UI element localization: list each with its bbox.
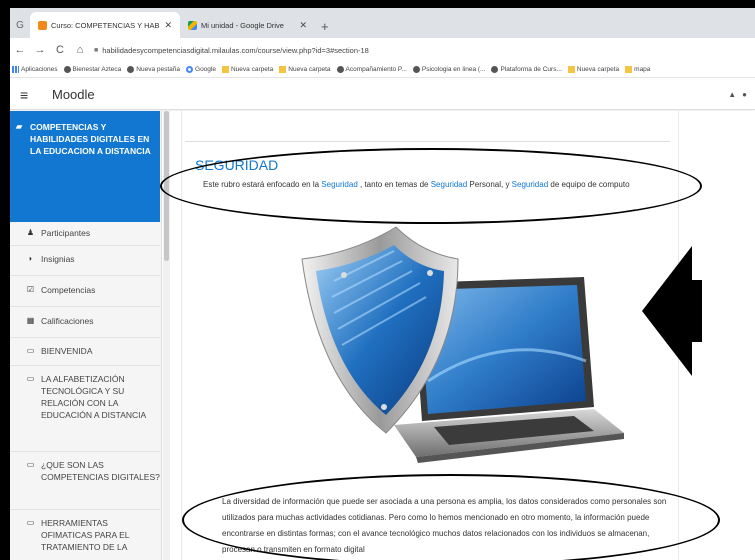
screenshot-frame: G Curso: COMPETENCIAS Y HABILI ✕ Mi unid… xyxy=(10,8,755,560)
bookmark-bienestar-azteca[interactable]: Bienestar Azteca xyxy=(63,66,121,73)
annotation-ellipse-body xyxy=(182,474,720,560)
nav-calificaciones[interactable]: ▦ Calificaciones xyxy=(10,315,160,327)
back-icon[interactable]: ← xyxy=(14,44,26,56)
nav-competencias[interactable]: ☑ Competencias xyxy=(10,284,160,296)
close-tab-icon[interactable]: ✕ xyxy=(164,20,172,31)
url-field[interactable]: ■ habilidadesycompetenciasdigital.milaul… xyxy=(94,46,369,55)
checkbox-icon: ☑ xyxy=(26,285,35,294)
bell-icon[interactable]: ▲ xyxy=(728,90,736,99)
bookmarks-bar: Aplicaciones Bienestar Azteca Nueva pest… xyxy=(10,62,755,78)
close-tab-icon[interactable]: ✕ xyxy=(299,20,307,31)
bookmark-psicologia[interactable]: Psicologia en linea (... xyxy=(412,66,485,73)
bookmark-plataforma[interactable]: Plataforma de Curs... xyxy=(491,66,562,73)
security-shield-laptop-image xyxy=(244,211,628,475)
bookmark-aplicaciones[interactable]: Aplicaciones xyxy=(12,66,58,73)
divider xyxy=(10,275,160,276)
nav-bienvenida[interactable]: ▭ BIENVENIDA xyxy=(10,345,160,357)
table-icon: ▦ xyxy=(26,316,35,325)
bookmark-mapa[interactable]: mapa xyxy=(625,66,650,73)
moodle-header: ≡ Moodle ▲ ● xyxy=(10,80,755,110)
grid-icon xyxy=(12,66,19,73)
users-icon: ♟ xyxy=(26,228,35,237)
divider xyxy=(10,245,160,246)
divider xyxy=(10,337,160,338)
bookmark-google[interactable]: Google xyxy=(186,66,216,73)
google-icon xyxy=(186,66,194,73)
graduation-cap-icon: ▰ xyxy=(16,122,23,131)
google-g-icon: G xyxy=(16,19,24,31)
bookmark-nueva-carpeta[interactable]: Nueva carpeta xyxy=(567,66,619,73)
divider xyxy=(10,365,160,366)
menu-icon[interactable]: ≡ xyxy=(20,87,38,103)
folder-icon xyxy=(221,66,229,73)
folder-icon xyxy=(567,66,575,73)
globe-icon xyxy=(63,66,71,73)
globe-icon xyxy=(491,66,499,73)
divider xyxy=(10,451,160,452)
folder-icon: ▭ xyxy=(26,460,35,469)
nav-herramientas[interactable]: ▭ HERRAMIENTAS OFIMATICAS PARA EL TRATAM… xyxy=(10,517,160,553)
site-brand[interactable]: Moodle xyxy=(52,87,95,102)
divider xyxy=(185,141,670,142)
bookmark-acompanamiento[interactable]: Acompañamiento P... xyxy=(336,66,407,73)
browser-tab-bar: G Curso: COMPETENCIAS Y HABILI ✕ Mi unid… xyxy=(10,8,755,38)
folder-icon xyxy=(625,66,633,73)
tab-google-drive[interactable]: Mi unidad - Google Drive ✕ xyxy=(180,12,315,38)
divider xyxy=(10,306,160,307)
reload-icon[interactable]: C xyxy=(54,44,66,56)
folder-icon: ▭ xyxy=(26,346,35,355)
folder-icon xyxy=(279,66,287,73)
lock-icon: ■ xyxy=(94,46,99,54)
shield-badge-icon: ◗ xyxy=(28,254,33,263)
annotation-ellipse-title xyxy=(160,148,702,224)
right-margin xyxy=(696,111,755,560)
globe-icon xyxy=(412,66,420,73)
globe-icon xyxy=(336,66,344,73)
nav-competencias-digitales[interactable]: ▭ ¿QUE SON LAS COMPETENCIAS DIGITALES? xyxy=(10,459,160,483)
new-tab-button[interactable]: + xyxy=(315,19,335,38)
folder-icon: ▭ xyxy=(26,518,35,527)
address-bar: ← → C ⌂ ■ habilidadesycompetenciasdigita… xyxy=(10,38,755,62)
nav-insignias[interactable]: ◗ Insignias xyxy=(10,253,160,265)
divider xyxy=(10,509,160,510)
nav-course-home[interactable]: ▰ COMPETENCIAS Y HABILIDADES DIGITALES E… xyxy=(10,111,160,222)
bookmark-nueva-carpeta[interactable]: Nueva carpeta xyxy=(279,66,331,73)
bookmark-nueva-pestana[interactable]: Nueva pestaña xyxy=(127,66,180,73)
tab-moodle-course[interactable]: Curso: COMPETENCIAS Y HABILI ✕ xyxy=(30,12,180,38)
course-nav-drawer: ▰ COMPETENCIAS Y HABILIDADES DIGITALES E… xyxy=(10,111,162,560)
home-icon[interactable]: ⌂ xyxy=(74,44,86,56)
folder-icon: ▭ xyxy=(26,374,35,383)
moodle-favicon-icon xyxy=(38,20,47,30)
globe-icon xyxy=(127,66,135,73)
drive-favicon-icon xyxy=(188,20,197,30)
nav-alfabetizacion[interactable]: ▭ LA ALFABETIZACIÓN TECNOLÓGICA Y SU REL… xyxy=(10,373,160,421)
forward-icon[interactable]: → xyxy=(34,44,46,56)
chat-icon[interactable]: ● xyxy=(742,90,747,99)
bookmark-nueva-carpeta[interactable]: Nueva carpeta xyxy=(221,66,273,73)
nav-participantes[interactable]: ♟ Participantes xyxy=(10,227,160,239)
annotation-arrow-icon xyxy=(642,246,702,376)
